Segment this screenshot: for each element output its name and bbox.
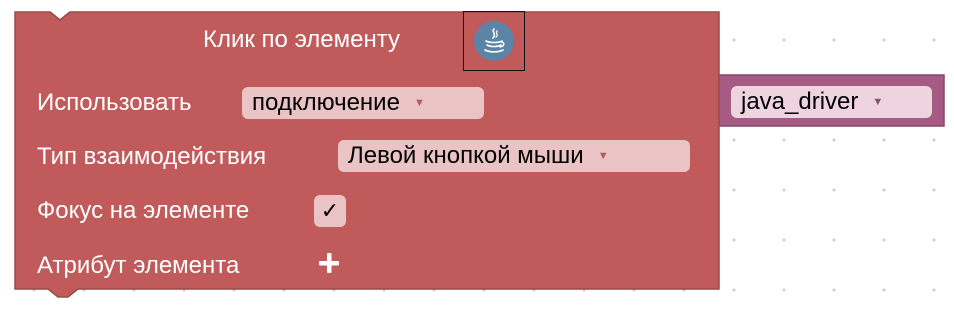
driver-dropdown-value: java_driver: [741, 88, 859, 115]
dropdown-arrow-icon: ▼: [597, 149, 609, 162]
connection-dropdown-value: подключение: [252, 89, 400, 116]
interaction-type-dropdown[interactable]: Левой кнопкой мыши ▼: [338, 140, 690, 172]
connection-dropdown[interactable]: подключение ▼: [242, 87, 484, 119]
add-attribute-button[interactable]: [316, 250, 342, 276]
dropdown-arrow-icon: ▼: [413, 96, 425, 109]
block-title: Клик по элементу: [203, 26, 401, 53]
dropdown-arrow-icon: ▼: [872, 95, 884, 108]
driver-dropdown[interactable]: java_driver ▼: [731, 86, 932, 118]
interaction-type-value: Левой кнопкой мыши: [348, 142, 584, 169]
interaction-type-label: Тип взаимодействия: [37, 143, 267, 170]
use-label: Использовать: [37, 89, 192, 116]
java-icon-button[interactable]: [463, 11, 525, 71]
checkmark-icon: ✓: [320, 198, 340, 223]
focus-checkbox[interactable]: ✓: [314, 195, 346, 227]
plus-icon: [319, 253, 339, 273]
java-icon: [474, 21, 514, 61]
attribute-label: Атрибут элемента: [37, 252, 240, 279]
focus-label: Фокус на элементе: [37, 197, 250, 224]
